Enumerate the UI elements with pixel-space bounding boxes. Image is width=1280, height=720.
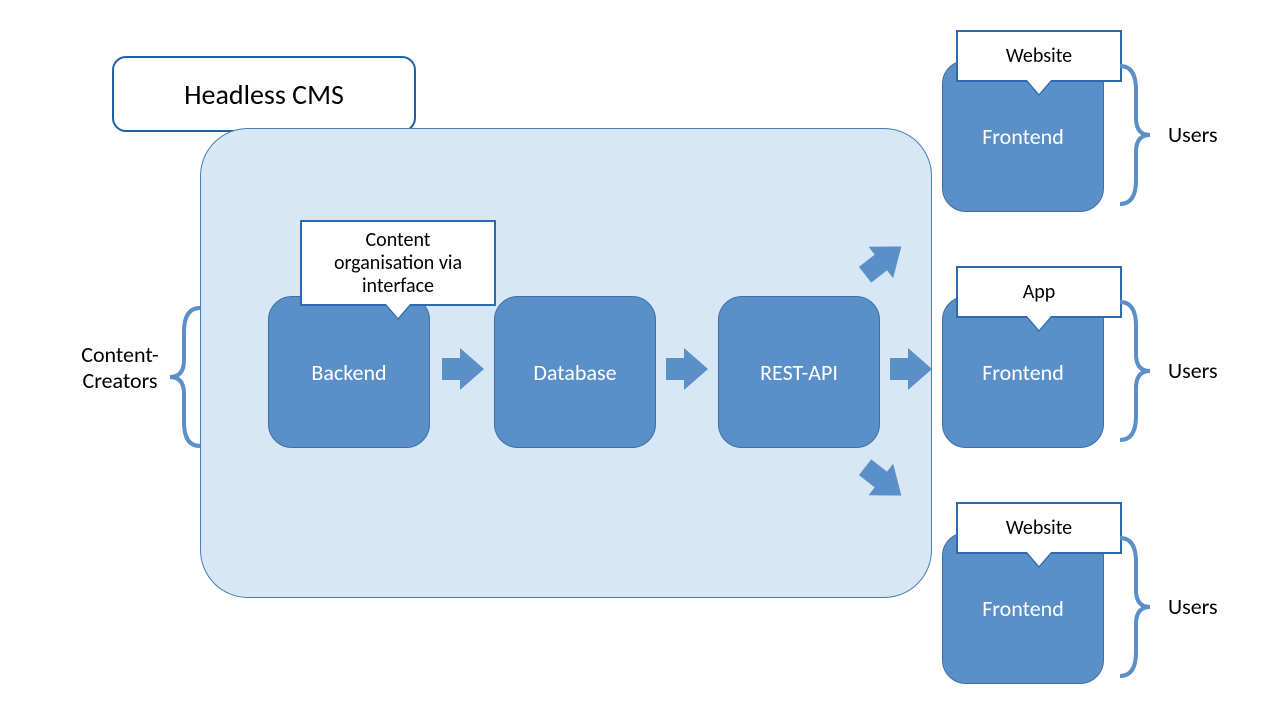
frontend-1-brace-icon — [1112, 60, 1156, 210]
frontend-3-callout-text: Website — [1006, 517, 1072, 540]
arrow-database-restapi — [662, 344, 712, 394]
arrow-restapi-frontend-bottom — [854, 452, 914, 512]
backend-node-label: Backend — [311, 359, 386, 386]
arrow-backend-database — [438, 344, 488, 394]
frontend-node-1-label: Frontend — [982, 123, 1064, 150]
frontend-node-1: Frontend — [942, 60, 1104, 212]
frontend-1-users-label: Users — [1168, 122, 1218, 148]
frontend-2-callout-text: App — [1023, 281, 1056, 304]
database-node: Database — [494, 296, 656, 448]
restapi-node-label: REST-API — [760, 359, 838, 386]
diagram-canvas: Headless CMS Content- Creators Backend C… — [0, 0, 1280, 720]
diagram-title-text: Headless CMS — [184, 77, 344, 112]
frontend-node-2: Frontend — [942, 296, 1104, 448]
frontend-1-callout-text: Website — [1006, 45, 1072, 68]
frontend-1-callout: Website — [956, 30, 1122, 82]
database-node-label: Database — [533, 359, 616, 386]
diagram-title: Headless CMS — [112, 56, 416, 132]
frontend-node-3: Frontend — [942, 532, 1104, 684]
arrow-restapi-frontend-mid — [886, 344, 936, 394]
frontend-node-3-label: Frontend — [982, 595, 1064, 622]
frontend-2-brace-icon — [1112, 296, 1156, 446]
frontend-2-callout: App — [956, 266, 1122, 318]
frontend-3-users-label: Users — [1168, 594, 1218, 620]
backend-callout-text: Content organisation via interface — [334, 229, 462, 298]
restapi-node: REST-API — [718, 296, 880, 448]
content-creators-label: Content- Creators — [60, 342, 180, 395]
frontend-2-users-label: Users — [1168, 358, 1218, 384]
frontend-3-callout: Website — [956, 502, 1122, 554]
backend-node: Backend — [268, 296, 430, 448]
left-brace-icon — [164, 302, 208, 452]
frontend-3-brace-icon — [1112, 532, 1156, 682]
backend-callout: Content organisation via interface — [300, 220, 496, 306]
frontend-node-2-label: Frontend — [982, 359, 1064, 386]
arrow-restapi-frontend-top — [854, 230, 914, 290]
